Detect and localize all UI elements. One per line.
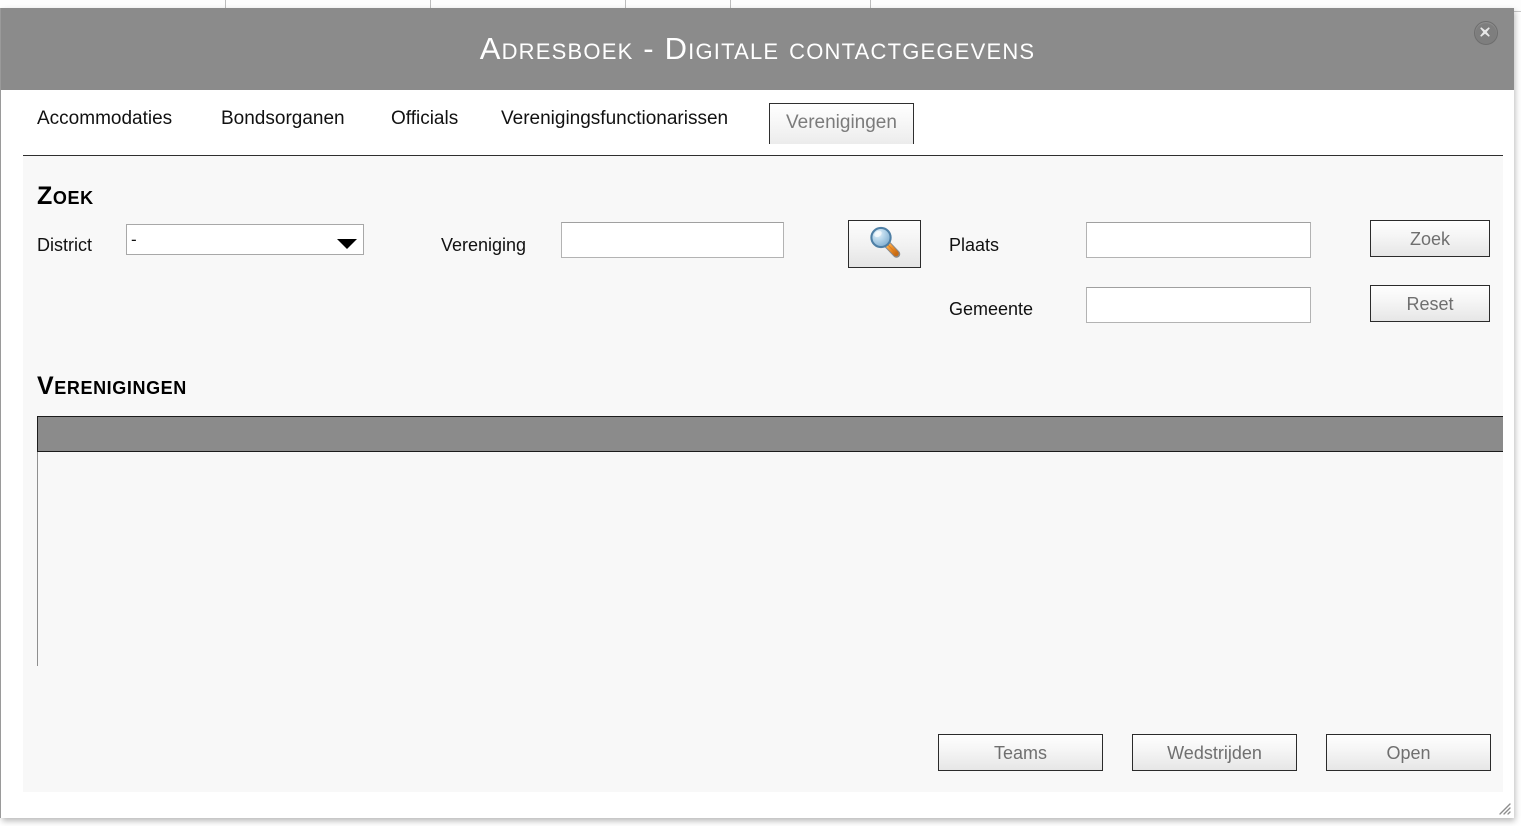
district-select[interactable]: - (126, 224, 364, 255)
dialog-body: Accommodaties Bondsorganen Officials Ver… (1, 90, 1514, 818)
zoek-button[interactable]: Zoek (1370, 220, 1490, 257)
zoek-section-title: Zoek (37, 182, 94, 210)
district-label: District (37, 235, 92, 255)
tab-accommodaties[interactable]: Accommodaties (37, 108, 172, 130)
verenigingen-section-title: Verenigingen (37, 372, 187, 400)
tab-verenigingsfunctionarissen[interactable]: Verenigingsfunctionarissen (501, 108, 728, 130)
dialog-titlebar: Adresboek - Digitale contactgegevens (1, 8, 1514, 90)
tab-verenigingen[interactable]: Verenigingen (769, 103, 914, 144)
vereniging-input[interactable] (561, 222, 784, 258)
vereniging-lookup-button[interactable] (848, 220, 921, 268)
vereniging-label: Vereniging (441, 235, 527, 255)
open-button[interactable]: Open (1326, 734, 1491, 771)
table-header-row (37, 416, 1503, 452)
page-root: Adresboek - Digitale contactgegevens Acc… (0, 0, 1521, 826)
plaats-label: Plaats (949, 235, 1000, 255)
wedstrijden-button[interactable]: Wedstrijden (1132, 734, 1297, 771)
verenigingen-panel: Zoek District - Vereniging Plaats Gemeen… (23, 155, 1503, 792)
resize-grip-icon[interactable] (1496, 800, 1512, 816)
dialog-title: Adresboek - Digitale contactgegevens (479, 31, 1036, 66)
gemeente-label: Gemeente (949, 299, 1034, 319)
tab-officials[interactable]: Officials (391, 108, 458, 130)
magnifier-icon (867, 224, 903, 265)
close-icon[interactable] (1474, 21, 1498, 45)
verenigingen-table (37, 416, 1503, 666)
tab-bar: Accommodaties Bondsorganen Officials Ver… (1, 90, 1514, 156)
gemeente-input[interactable] (1086, 287, 1311, 323)
table-body[interactable] (37, 452, 1503, 666)
teams-button[interactable]: Teams (938, 734, 1103, 771)
reset-button[interactable]: Reset (1370, 285, 1490, 322)
adresboek-dialog: Adresboek - Digitale contactgegevens Acc… (0, 8, 1514, 818)
plaats-input[interactable] (1086, 222, 1311, 258)
tab-bondsorganen[interactable]: Bondsorganen (221, 108, 345, 130)
